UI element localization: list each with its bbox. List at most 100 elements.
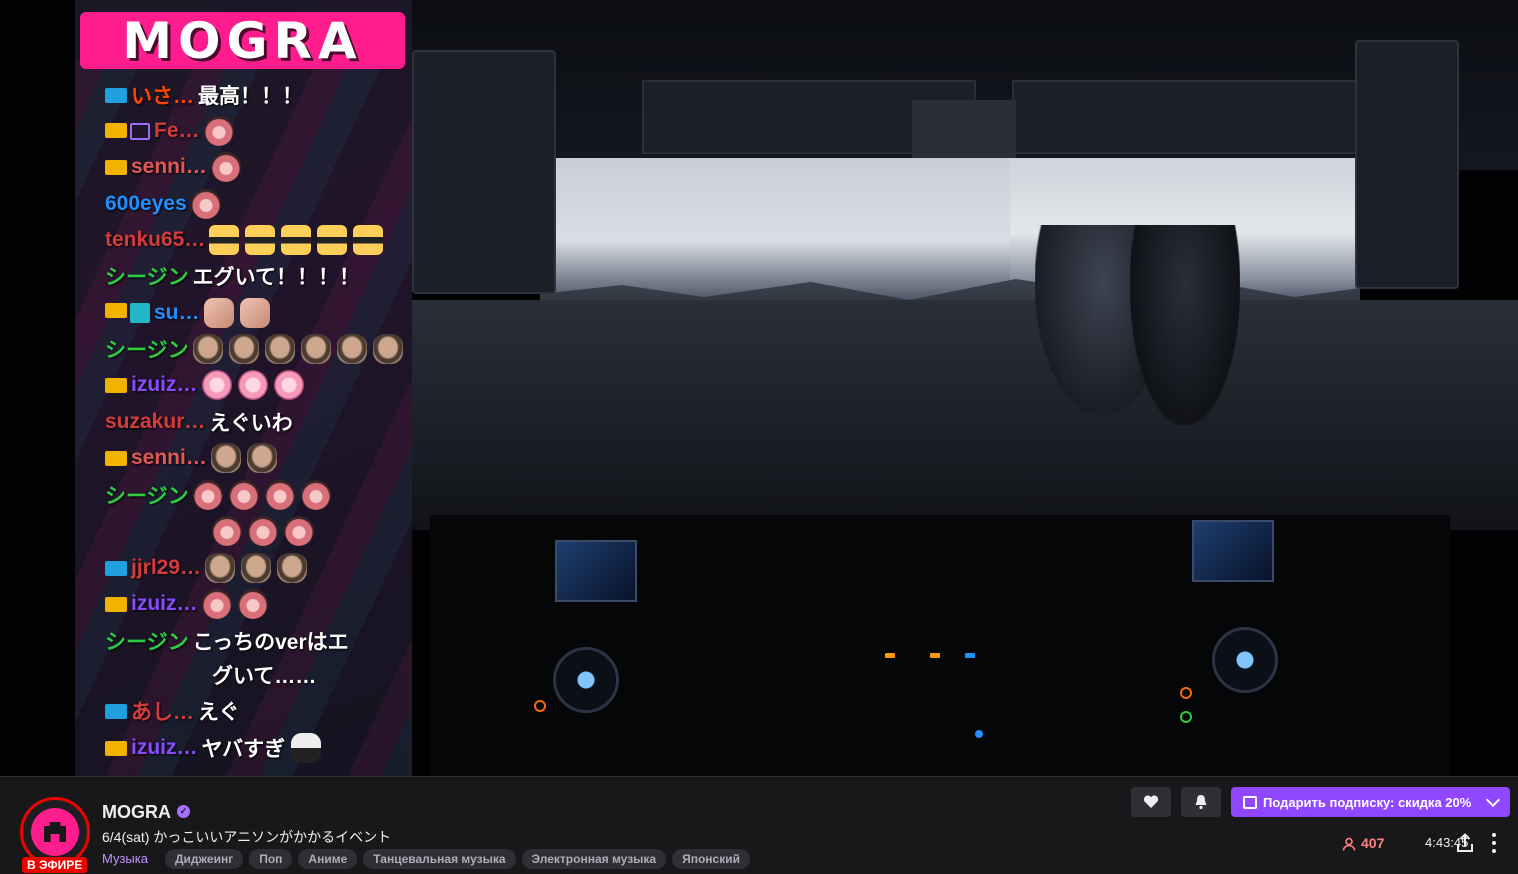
chat-text: グいて…… xyxy=(212,665,317,688)
jog-wheel-left xyxy=(553,647,619,713)
cat-emote-icon xyxy=(353,225,384,255)
bird-emote-icon xyxy=(203,116,234,146)
cdj-screen-left xyxy=(555,540,637,602)
live-badge: В ЭФИРЕ xyxy=(22,857,88,873)
chat-username: jjrl29… xyxy=(131,556,202,579)
follow-button[interactable] xyxy=(1131,787,1171,817)
hand-emote-icon xyxy=(203,298,234,328)
chat-message xyxy=(75,516,412,546)
ghost-emote-icon xyxy=(291,733,322,763)
chat-username: いさ… xyxy=(131,85,194,108)
channel-name[interactable]: MOGRA xyxy=(102,802,171,823)
gift-subscription-button[interactable]: Подарить подписку: скидка 20% xyxy=(1231,787,1510,817)
viewer-count: 407 xyxy=(1361,835,1385,851)
stream-tag[interactable]: Электронная музыка xyxy=(521,849,667,869)
face-emote-icon xyxy=(372,334,403,364)
notifications-button[interactable] xyxy=(1181,787,1221,817)
more-icon[interactable] xyxy=(1488,833,1500,853)
subscriber-badge-icon xyxy=(105,159,127,175)
subscriber-badge-icon xyxy=(105,596,127,612)
cue-led xyxy=(534,700,546,712)
bird-emote-icon xyxy=(210,152,241,182)
chat-message: izuiz… ヤバすぎ xyxy=(75,733,412,763)
verified-icon: ✓ xyxy=(177,805,190,818)
chat-username: 600eyes xyxy=(105,192,187,215)
chat-username: シージン xyxy=(105,631,189,654)
chat-text: こっちのverはエ xyxy=(192,631,349,654)
stream-info-bar: В ЭФИРЕ MOGRA ✓ 6/4(sat) かっこいいアニソンがかかるイベ… xyxy=(0,776,1518,874)
shell-emote-icon xyxy=(201,370,232,400)
chat-username: izuiz… xyxy=(131,373,198,396)
subscriber-badge-icon xyxy=(105,122,127,138)
stream-tag[interactable]: Японский xyxy=(672,849,750,869)
bits-badge-icon xyxy=(105,560,127,576)
cat-emote-icon xyxy=(245,225,276,255)
bell-icon xyxy=(1195,795,1207,810)
chat-text: エグいて！！！！ xyxy=(192,266,360,289)
chat-badges xyxy=(105,303,150,323)
chat-message: su… xyxy=(75,298,412,328)
gift-icon xyxy=(1243,795,1257,809)
chevron-down-icon[interactable] xyxy=(1485,792,1501,808)
booth-wall xyxy=(412,300,1518,530)
cat-emote-icon xyxy=(209,225,240,255)
face-emote-icon xyxy=(277,553,308,583)
mixer-led xyxy=(975,730,983,738)
speaker-right xyxy=(1355,40,1459,289)
chat-badge-icon xyxy=(130,122,150,140)
chat-badge-icon xyxy=(130,303,150,323)
chat-message: シージン エグいて！！！！ xyxy=(75,261,412,291)
stream-tag[interactable]: Диджеинг xyxy=(165,849,244,869)
mixer-led xyxy=(885,653,895,658)
chat-username: suzakur… xyxy=(105,410,206,433)
bits-badge-icon xyxy=(105,87,127,103)
chat-message: jjrl29… xyxy=(75,553,412,583)
stream-tag[interactable]: Аниме xyxy=(298,849,358,869)
viewer-icon xyxy=(1342,837,1356,851)
face-emote-icon xyxy=(228,334,259,364)
chat-message: いさ… 最高！！！ xyxy=(75,80,412,110)
cat-emote-icon xyxy=(281,225,312,255)
cdj-screen-right xyxy=(1192,520,1274,582)
chat-badges xyxy=(105,560,127,576)
play-led xyxy=(1180,711,1192,723)
face-emote-icon xyxy=(246,443,277,473)
chat-message: senni… xyxy=(75,152,412,182)
face-emote-icon xyxy=(241,553,272,583)
bird-emote-icon xyxy=(264,480,295,510)
chat-message: シージン こっちのverはエ xyxy=(75,626,412,656)
share-icon[interactable] xyxy=(1456,833,1474,853)
chat-overlay: MOGRA いさ… 最高！！！ Fe… senni… 600eyes tenku65… シー… xyxy=(75,0,412,776)
chat-message: グいて…… xyxy=(75,660,412,690)
chat-badges xyxy=(105,159,127,175)
chat-text: 最高！！！ xyxy=(198,85,303,108)
mogra-logo: MOGRA xyxy=(80,12,405,70)
category-link[interactable]: Музыка xyxy=(102,851,148,866)
chat-message: シージン xyxy=(75,334,412,364)
chat-badges xyxy=(105,450,127,466)
projection-screen-left xyxy=(540,158,1010,308)
chat-username: Fe… xyxy=(154,119,200,142)
face-emote-icon xyxy=(300,334,331,364)
chat-message: izuiz… xyxy=(75,589,412,619)
chat-username: シージン xyxy=(105,339,189,362)
stream-tag[interactable]: Поп xyxy=(249,849,293,869)
shell-emote-icon xyxy=(273,370,304,400)
chat-username: izuiz… xyxy=(131,736,198,759)
bird-emote-icon xyxy=(212,516,242,546)
chat-message: Fe… xyxy=(75,116,412,146)
chat-text: えぐいわ xyxy=(209,412,293,435)
cat-emote-icon xyxy=(317,225,348,255)
chat-text: ヤバすぎ xyxy=(201,738,286,761)
mixer-led xyxy=(930,653,940,658)
chat-badges xyxy=(105,740,127,756)
chat-username: シージン xyxy=(105,485,189,508)
chat-message: シージン xyxy=(75,480,412,510)
stream-tag[interactable]: Танцевальная музыка xyxy=(363,849,516,869)
bird-emote-icon xyxy=(201,589,232,619)
stream-title: 6/4(sat) かっこいいアニソンがかかるイベント xyxy=(102,829,392,845)
chat-badges xyxy=(105,87,127,103)
gift-subscription-label: Подарить подписку: скидка 20% xyxy=(1263,794,1472,810)
speaker-left xyxy=(412,50,556,294)
chat-badges xyxy=(105,703,127,719)
